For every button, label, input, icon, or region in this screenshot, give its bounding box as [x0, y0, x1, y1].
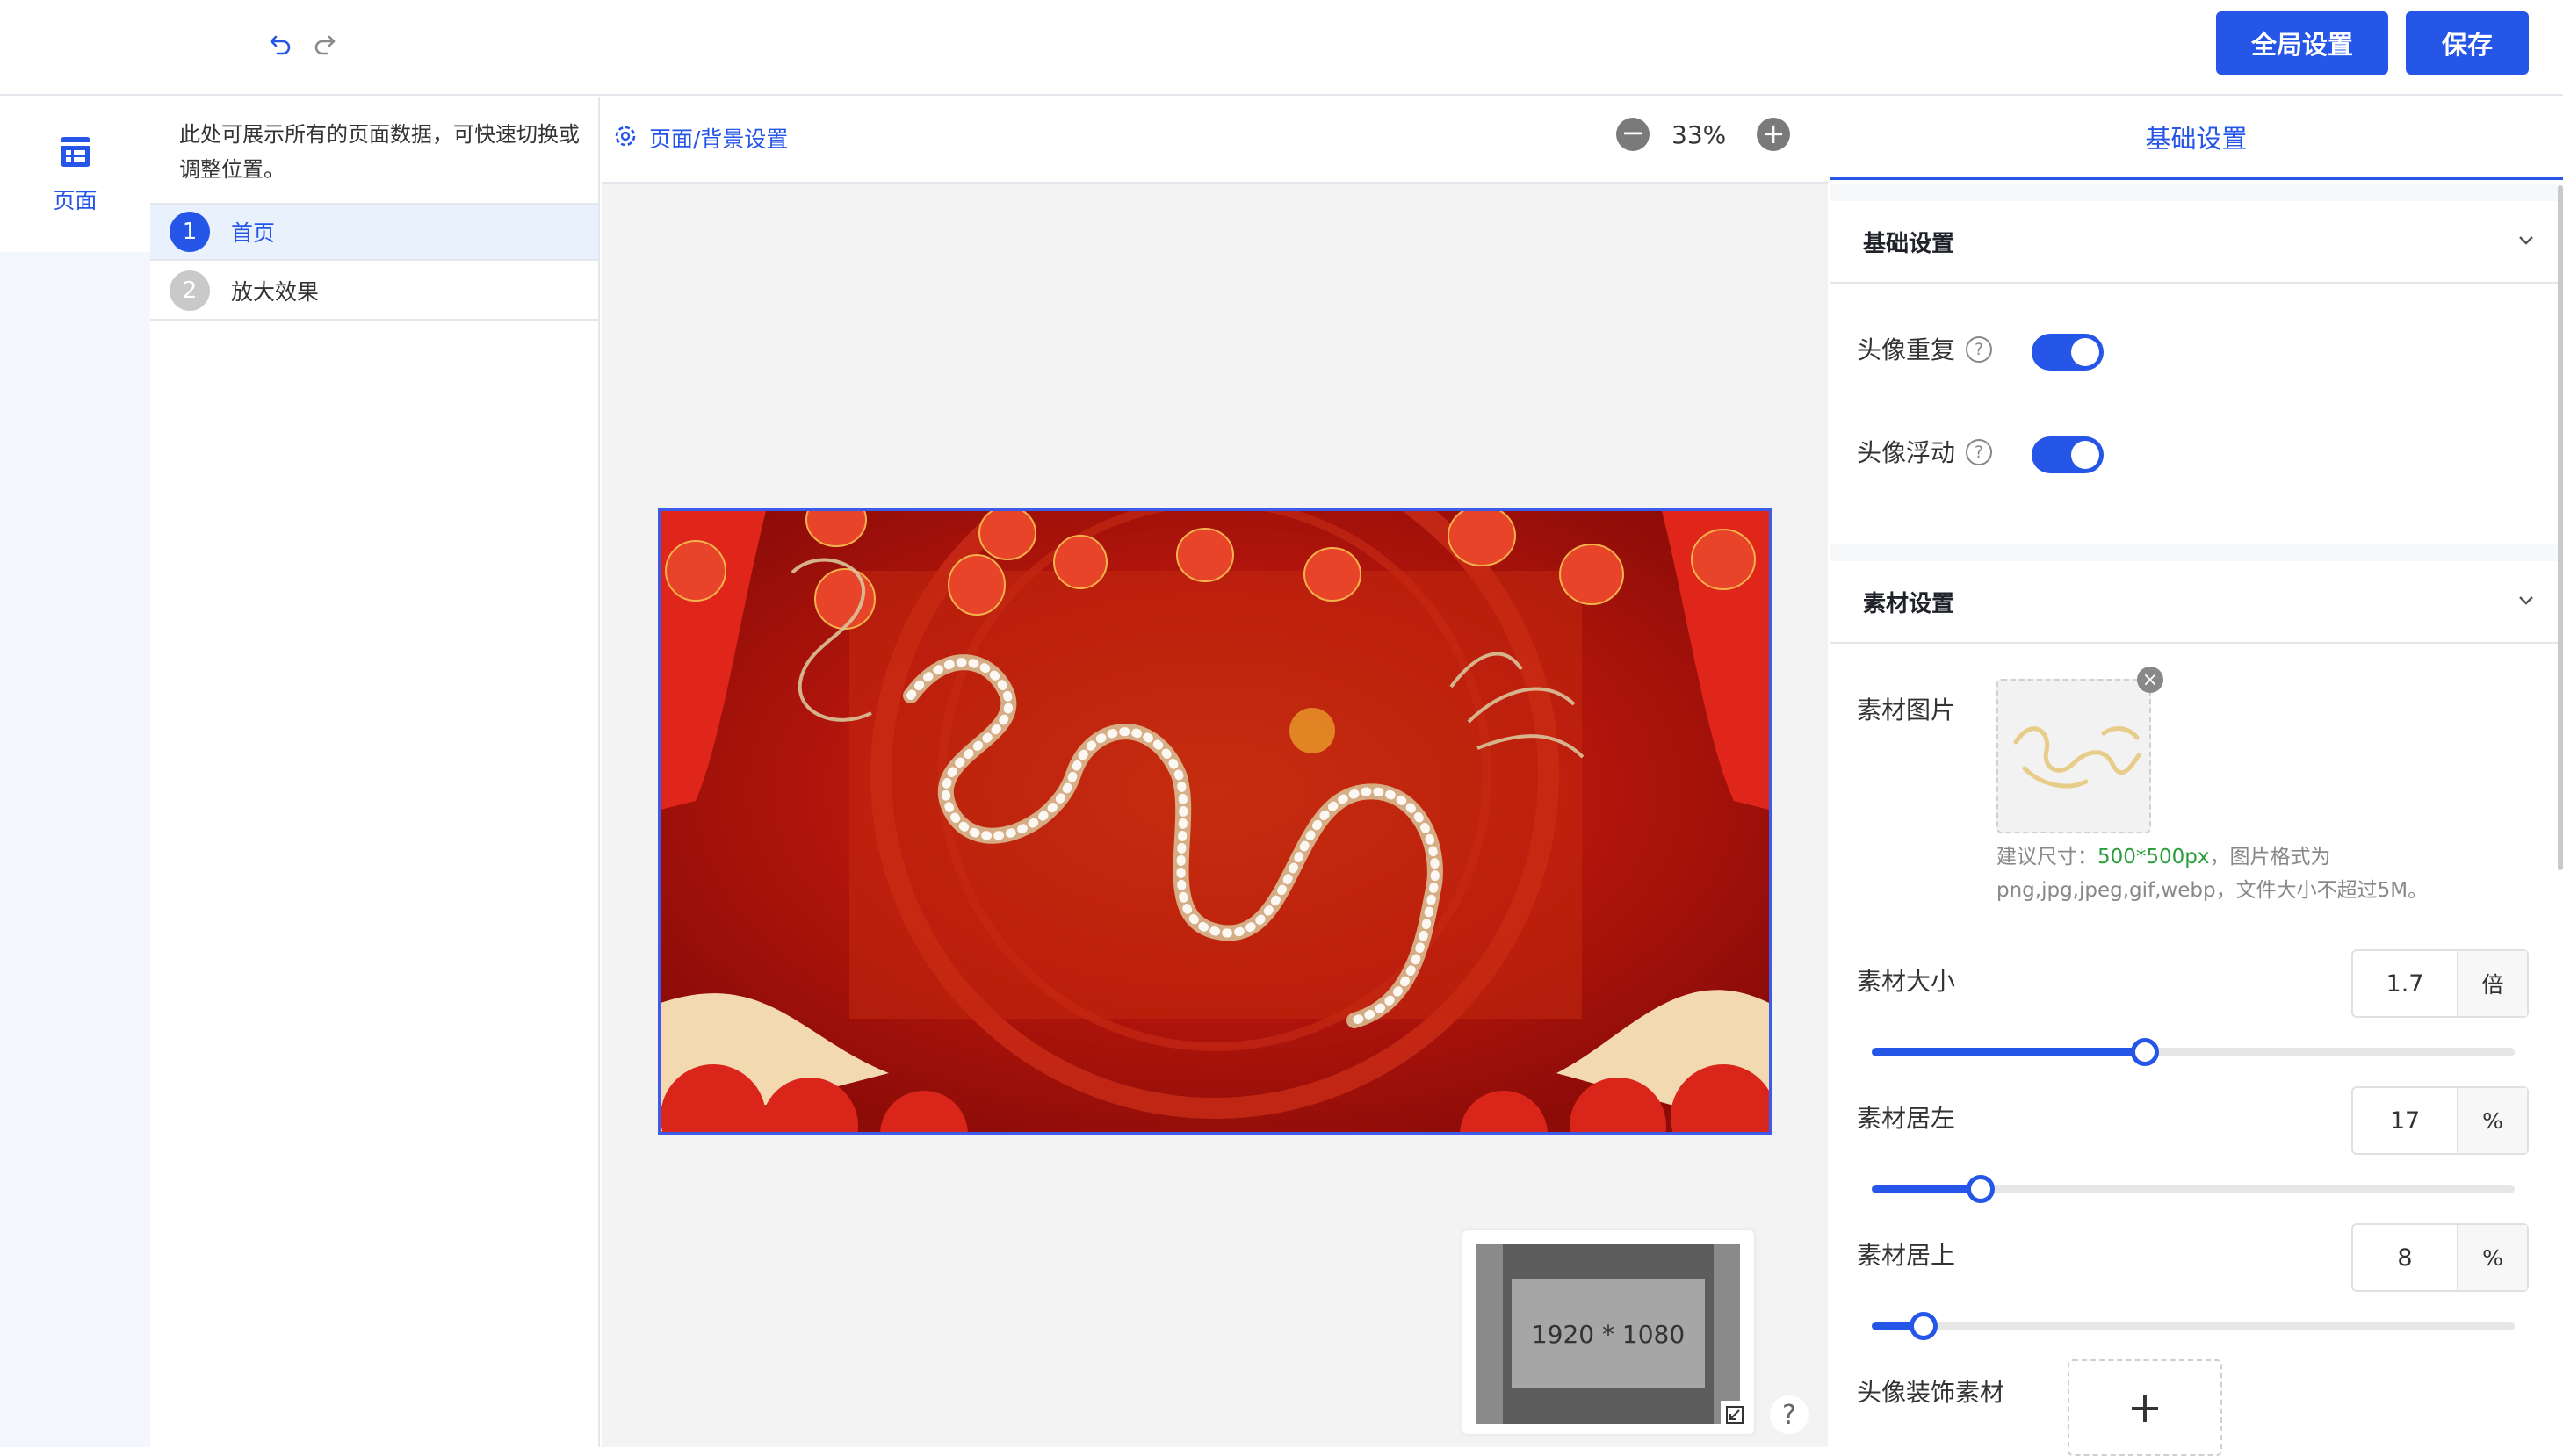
minimap-side-left [1476, 1244, 1503, 1424]
material-left-label: 素材居左 [1857, 1104, 1956, 1133]
material-image-label: 素材图片 [1857, 696, 1956, 724]
gear-icon [612, 123, 639, 153]
material-left-input[interactable]: 17 % [2351, 1086, 2529, 1155]
material-top-value[interactable]: 8 [2353, 1225, 2458, 1290]
global-settings-button[interactable]: 全局设置 [2216, 11, 2388, 75]
material-top-label: 素材居上 [1857, 1241, 1956, 1270]
canvas-area: 页面/背景设置 − 33% + 1920 * 1080 ? [602, 97, 1828, 1447]
zoom-out-button[interactable]: − [1616, 118, 1650, 151]
plus-icon: + [2126, 1383, 2163, 1432]
page-list-item-1[interactable]: 1 首页 [150, 203, 598, 261]
left-nav: 页面 [0, 97, 150, 1447]
page-list-item-2[interactable]: 2 放大效果 [150, 263, 598, 321]
redo-icon[interactable] [307, 26, 342, 61]
question-icon[interactable]: ? [1966, 336, 1992, 363]
minus-icon: − [1621, 116, 1645, 149]
plus-icon: + [1761, 116, 1786, 150]
material-left-slider[interactable] [1872, 1175, 2515, 1203]
material-left-unit: % [2458, 1088, 2527, 1153]
section-material-settings-header[interactable]: 素材设置 [1830, 561, 2558, 644]
page-list-description: 此处可展示所有的页面数据，可快速切换或调整位置。 [179, 122, 580, 182]
canvas-minimap[interactable]: 1920 * 1080 [1462, 1230, 1754, 1434]
avatar-float-label: 头像浮动 [1857, 438, 1956, 467]
nav-item-page-label: 页面 [53, 188, 97, 213]
dragon-thumbnail [2013, 726, 2141, 789]
slider-thumb[interactable] [1967, 1175, 1996, 1203]
material-image-upload[interactable] [1996, 679, 2151, 833]
settings-scrollbar[interactable] [2558, 185, 2563, 870]
minimap-frame: 1920 * 1080 [1476, 1244, 1740, 1424]
hint-prefix: 建议尺寸： [1996, 846, 2097, 869]
page-layout-icon [58, 134, 93, 173]
material-size-label: 素材大小 [1857, 967, 1956, 996]
page-preview-canvas[interactable] [658, 508, 1772, 1135]
page-index-badge: 1 [170, 212, 210, 252]
nav-item-page[interactable]: 页面 [0, 97, 150, 252]
section-title: 基础设置 [1863, 230, 1955, 257]
material-left-value[interactable]: 17 [2353, 1088, 2458, 1153]
material-top-slider[interactable] [1872, 1312, 2515, 1340]
collapse-minimap-icon[interactable] [1721, 1401, 1749, 1429]
question-icon[interactable]: ? [1966, 439, 1992, 465]
section-separator [1830, 184, 2558, 201]
tab-basic-settings[interactable]: 基础设置 [1830, 97, 2563, 180]
page-name: 首页 [231, 220, 276, 246]
page-list-panel: 此处可展示所有的页面数据，可快速切换或调整位置。 1 首页 2 放大效果 [150, 97, 600, 1447]
slider-thumb[interactable] [2131, 1038, 2160, 1066]
page-background-settings-label: 页面/背景设置 [649, 126, 789, 152]
remove-image-icon[interactable]: × [2137, 667, 2163, 693]
material-size-input[interactable]: 1.7 倍 [2351, 949, 2529, 1018]
top-toolbar: 全局设置 保存 [0, 0, 2563, 96]
section-separator [1830, 544, 2558, 561]
page-background-settings-link[interactable]: 页面/背景设置 [612, 122, 788, 154]
minimap-side-right [1714, 1244, 1740, 1424]
page-name: 放大效果 [231, 279, 320, 305]
avatar-decoration-label: 头像装饰素材 [1857, 1378, 2005, 1407]
dragon-background-image [661, 511, 1769, 1132]
avatar-repeat-label: 头像重复 [1857, 335, 1956, 364]
chevron-down-icon [2516, 589, 2537, 614]
avatar-float-toggle[interactable] [2032, 436, 2104, 473]
material-top-unit: % [2458, 1225, 2527, 1290]
image-size-hint: 建议尺寸：500*500px，图片格式为png,jpg,jpeg,gif,web… [1996, 840, 2541, 907]
undo-icon[interactable] [264, 26, 299, 61]
minimap-size-label: 1920 * 1080 [1512, 1279, 1705, 1388]
material-top-input[interactable]: 8 % [2351, 1223, 2529, 1292]
slider-fill [1872, 1185, 1982, 1193]
slider-fill [1872, 1048, 2146, 1056]
avatar-repeat-toggle[interactable] [2032, 334, 2104, 371]
hint-size: 500*500px [2097, 846, 2210, 869]
chevron-down-icon [2516, 229, 2537, 254]
material-size-slider[interactable] [1872, 1038, 2515, 1066]
save-button[interactable]: 保存 [2406, 11, 2529, 75]
section-title: 素材设置 [1863, 590, 1955, 617]
zoom-in-button[interactable]: + [1757, 118, 1790, 151]
section-basic-settings-header[interactable]: 基础设置 [1830, 201, 2558, 284]
settings-panel: 基础设置 基础设置 头像重复 ? 头像浮动 ? 素材设置 素材图片 × 建议尺寸… [1830, 97, 2563, 1456]
material-size-unit: 倍 [2458, 951, 2527, 1016]
page-index-badge: 2 [170, 270, 210, 311]
material-size-value[interactable]: 1.7 [2353, 951, 2458, 1016]
zoom-level: 33% [1671, 120, 1727, 149]
slider-thumb[interactable] [1909, 1312, 1938, 1340]
add-decoration-button[interactable]: + [2068, 1359, 2222, 1456]
canvas-toolbar: 页面/背景设置 − 33% + [602, 97, 1828, 184]
help-button[interactable]: ? [1770, 1395, 1809, 1434]
